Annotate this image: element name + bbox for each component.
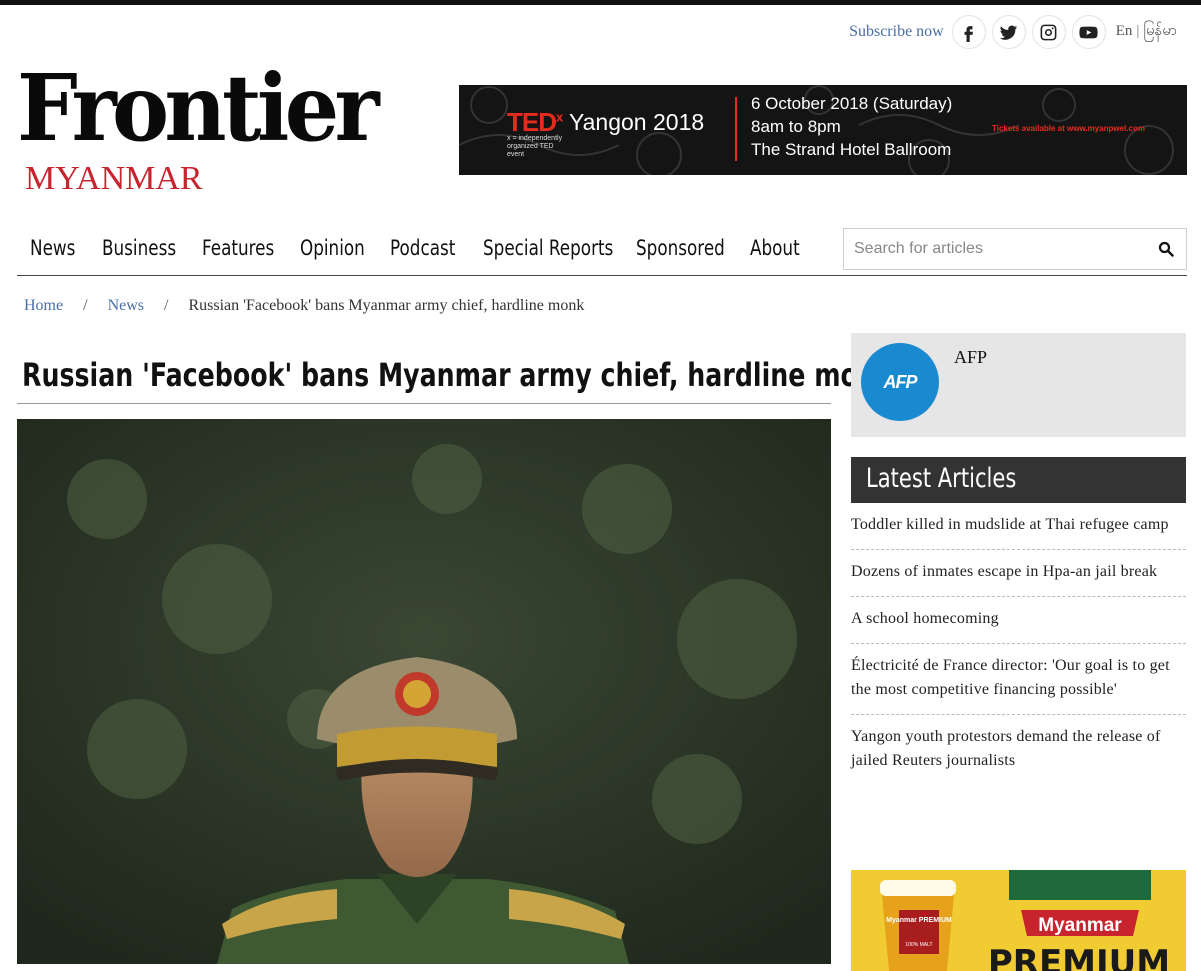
list-item: Toddler killed in mudslide at Thai refug… [851,503,1186,550]
list-item: Dozens of inmates escape in Hpa-an jail … [851,550,1186,597]
breadcrumb-separator: / [164,297,169,314]
author-box[interactable]: AFP AFP [851,333,1186,437]
breadcrumb-separator: / [83,297,88,314]
afp-logo-text: AFP [883,371,918,392]
banner-time: 8am to 8pm [751,117,841,136]
glass-label: Myanmar PREMIUM [886,917,952,924]
ad-product: PREMIUM [988,943,1170,971]
author-name[interactable]: AFP [954,347,987,368]
top-border [0,0,1201,5]
search-box [843,228,1187,270]
glass-sublabel: 100% MALT [905,942,932,948]
nav-podcast[interactable]: Podcast [390,236,455,260]
latest-article-link[interactable]: Dozens of inmates escape in Hpa-an jail … [851,563,1157,580]
latest-articles-title: Latest Articles [866,463,1017,494]
logo-wordmark: Frontier [17,54,380,162]
banner-venue: The Strand Hotel Ballroom [751,140,952,159]
nav-special-reports[interactable]: Special Reports [483,236,613,260]
ted-subtitle: x = independently organized TED event [507,135,563,158]
breadcrumb: Home / News / Russian 'Facebook' bans My… [24,297,584,315]
site-logo[interactable]: Frontier MYANMAR [17,62,402,198]
ted-logo: TEDx [507,107,563,138]
nav-sponsored[interactable]: Sponsored [636,236,725,260]
latest-article-link[interactable]: A school homecoming [851,610,999,627]
nav-features[interactable]: Features [202,236,274,260]
list-item: Yangon youth protestors demand the relea… [851,715,1186,785]
banner-event-name: Yangon 2018 [569,109,705,135]
banner-date: 6 October 2018 (Saturday) [751,94,953,113]
article-header: Russian 'Facebook' bans Myanmar army chi… [17,348,893,404]
nav-opinion[interactable]: Opinion [300,236,365,260]
main-nav: News Business Features Opinion Podcast S… [17,224,1187,276]
language-switcher: En | မြန်မာ [1116,21,1177,43]
utility-bar: Subscribe now En | မြန်မာ [849,14,1177,50]
list-item: A school homecoming [851,597,1186,644]
hero-photo [17,419,831,964]
lang-en-link[interactable]: En [1116,23,1133,39]
nav-business[interactable]: Business [102,236,176,260]
instagram-icon[interactable] [1031,15,1066,49]
afp-logo: AFP [861,343,939,421]
banner-divider [735,97,737,161]
subscribe-link[interactable]: Subscribe now [849,23,944,41]
tedx-banner-ad[interactable]: TEDx x = independently organized TED even… [459,85,1187,175]
twitter-icon[interactable] [991,15,1026,49]
nav-news[interactable]: News [30,236,75,260]
banner-tickets: Tickets available at www.myanpwel.com [992,124,1145,133]
lang-separator: | [1136,23,1140,39]
nav-about[interactable]: About [750,236,800,260]
logo-subtitle: MYANMAR [25,160,203,197]
facebook-icon[interactable] [951,15,986,49]
article-title: Russian 'Facebook' bans Myanmar army chi… [22,356,893,394]
breadcrumb-current: Russian 'Facebook' bans Myanmar army chi… [188,297,585,314]
article-hero-image[interactable] [17,419,831,964]
search-input[interactable] [844,229,1144,269]
latest-articles-list: Toddler killed in mudslide at Thai refug… [851,503,1186,785]
search-icon[interactable] [1158,241,1174,257]
ad-brand: Myanmar [1038,915,1122,936]
banner-details: 6 October 2018 (Saturday) 8am to 8pm The… [751,92,952,161]
nav-items: News Business Features Opinion Podcast S… [17,224,810,272]
latest-article-link[interactable]: Yangon youth protestors demand the relea… [851,728,1161,769]
lang-mm-link[interactable]: မြန်မာ [1143,23,1177,39]
latest-article-link[interactable]: Électricité de France director: 'Our goa… [851,657,1170,698]
list-item: Électricité de France director: 'Our goa… [851,644,1186,715]
ted-logo-text: TED [507,107,557,137]
myanmar-beer-ad[interactable]: Myanmar PREMIUM 100% MALT Myanmar PREMIU… [851,870,1186,971]
breadcrumb-home[interactable]: Home [24,297,63,315]
ted-logo-x: x [556,109,563,125]
breadcrumb-news[interactable]: News [108,297,144,315]
latest-articles-header: Latest Articles [851,457,1186,503]
beer-ad-graphic: Myanmar PREMIUM 100% MALT Myanmar PREMIU… [851,870,1186,971]
youtube-icon[interactable] [1071,15,1106,49]
latest-article-link[interactable]: Toddler killed in mudslide at Thai refug… [851,516,1169,533]
